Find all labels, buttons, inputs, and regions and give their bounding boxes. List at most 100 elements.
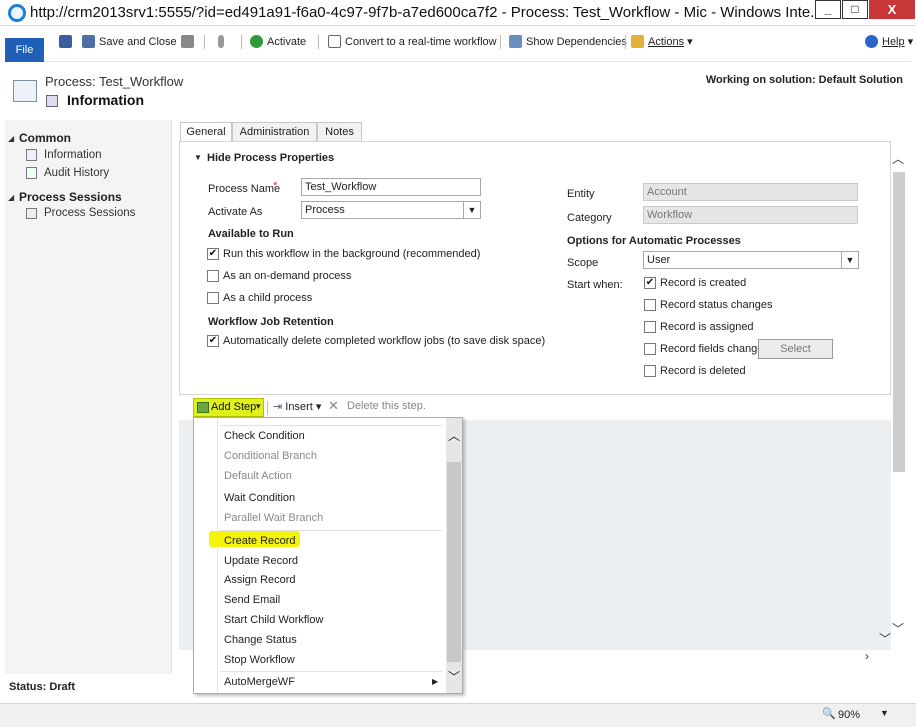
menu-separator — [220, 671, 442, 672]
information-icon — [26, 149, 37, 161]
tab-notes[interactable]: Notes — [317, 122, 362, 141]
chevron-down-icon: ▾ — [904, 36, 914, 48]
chevron-down-icon: ▾ — [684, 36, 693, 48]
nav-item-information[interactable]: Information — [44, 149, 102, 161]
triangle-down-icon[interactable]: ▼ — [194, 153, 202, 162]
start-when-label: Start when: — [567, 279, 623, 291]
record-status: Status: Draft — [9, 681, 76, 693]
scope-select[interactable]: User ▼ — [643, 251, 859, 269]
separator — [241, 35, 242, 49]
help-button[interactable]: Help ▾ — [865, 34, 913, 50]
close-button[interactable]: X — [869, 0, 915, 19]
insert-button[interactable]: ⇥ Insert ▾ — [273, 400, 321, 413]
add-step-menu: Check Condition Conditional Branch Defau… — [193, 417, 463, 694]
chevron-down-icon: ▼ — [841, 252, 858, 268]
add-step-button[interactable]: Add Step ▾ — [193, 398, 264, 417]
entity-label: Entity — [567, 188, 595, 200]
tab-administration[interactable]: Administration — [232, 122, 317, 141]
child-process-checkbox[interactable] — [207, 292, 219, 304]
automatic-options-heading: Options for Automatic Processes — [567, 235, 741, 247]
process-name-input[interactable]: Test_Workflow — [301, 178, 481, 196]
nav-heading-common: Common — [19, 131, 71, 145]
menu-scroll-thumb[interactable] — [447, 462, 461, 662]
menu-item-update-record[interactable]: Update Record — [224, 555, 298, 567]
actions-label: Actions — [648, 36, 685, 48]
record-created-label: Record is created — [660, 277, 747, 289]
activate-as-select[interactable]: Process ▼ — [301, 201, 481, 219]
page-title: Information — [67, 92, 144, 108]
insert-icon: ⇥ — [273, 401, 286, 413]
scroll-down-icon[interactable]: ﹀ — [892, 620, 904, 637]
record-status-checkbox[interactable] — [644, 299, 656, 311]
delete-step-button[interactable]: Delete this step. — [347, 400, 426, 412]
background-checkbox[interactable]: ✔ — [207, 248, 219, 260]
maximize-button[interactable]: □ — [842, 0, 868, 19]
tab-general[interactable]: General — [180, 122, 232, 142]
auto-delete-checkbox[interactable]: ✔ — [207, 335, 219, 347]
menu-scrollbar[interactable]: ︿ ﹀ — [446, 418, 462, 693]
activate-as-label: Activate As — [208, 206, 263, 218]
menu-item-send-email[interactable]: Send Email — [224, 594, 280, 606]
minimize-button[interactable]: _ — [815, 0, 841, 19]
show-dependencies-button[interactable]: Show Dependencies — [509, 34, 627, 50]
activate-as-value: Process — [305, 204, 345, 216]
scroll-down-icon[interactable]: ﹀ — [448, 668, 460, 685]
help-label: Help — [882, 36, 905, 48]
activate-label: Activate — [267, 36, 307, 48]
convert-realtime-button[interactable]: Convert to a real-time workflow — [328, 34, 497, 50]
save-icon[interactable] — [59, 34, 76, 50]
print-icon[interactable] — [181, 34, 198, 50]
activate-button[interactable]: Activate — [250, 34, 306, 50]
select-button[interactable]: Select — [758, 339, 833, 359]
actions-button[interactable]: Actions ▾ — [631, 34, 693, 50]
menu-item-wait-condition[interactable]: Wait Condition — [224, 492, 295, 504]
menu-item-stop-workflow[interactable]: Stop Workflow — [224, 654, 295, 666]
scope-value: User — [647, 254, 671, 266]
scroll-thumb[interactable] — [893, 172, 905, 472]
add-step-label: Add Step — [211, 401, 257, 413]
separator — [625, 35, 626, 49]
chevron-down-icon: ▾ — [312, 401, 322, 413]
record-status-label: Record status changes — [660, 299, 773, 311]
scroll-up-icon[interactable]: ︿ — [448, 427, 460, 444]
record-deleted-label: Record is deleted — [660, 365, 746, 377]
scroll-up-icon[interactable]: ︿ — [892, 150, 904, 167]
window-title-bar: http://crm2013srv1:5555/?id=ed491a91-f6a… — [0, 0, 916, 26]
convert-label: Convert to a real-time workflow — [345, 36, 497, 48]
category-label: Category — [567, 212, 612, 224]
collapse-icon[interactable]: ◢ — [8, 134, 14, 143]
zoom-icon: 🔍 — [822, 708, 836, 720]
record-assigned-checkbox[interactable] — [644, 321, 656, 333]
scroll-right-icon[interactable]: › — [865, 649, 869, 663]
zoom-level[interactable]: 90% — [838, 709, 860, 721]
record-deleted-checkbox[interactable] — [644, 365, 656, 377]
process-title: Process: Test_Workflow — [45, 74, 184, 89]
collapse-icon[interactable]: ◢ — [8, 193, 14, 202]
file-button[interactable]: File — [5, 38, 44, 62]
on-demand-checkbox[interactable] — [207, 270, 219, 282]
menu-item-start-child-workflow[interactable]: Start Child Workflow — [224, 614, 323, 626]
menu-item-assign-record[interactable]: Assign Record — [224, 574, 296, 586]
scroll-down-icon[interactable]: ﹀ — [879, 630, 891, 647]
vertical-scrollbar[interactable]: ︿ ﹀ — [891, 142, 907, 649]
show-dependencies-label: Show Dependencies — [526, 36, 627, 48]
page-header: Process: Test_Workflow Information Worki… — [5, 66, 911, 118]
child-process-label: As a child process — [223, 292, 313, 304]
menu-item-change-status[interactable]: Change Status — [224, 634, 297, 646]
nav-item-process-sessions[interactable]: Process Sessions — [44, 207, 135, 219]
section-header[interactable]: Hide Process Properties — [207, 152, 334, 164]
record-fields-checkbox[interactable] — [644, 343, 656, 355]
menu-item-create-record[interactable]: Create Record — [224, 535, 296, 547]
menu-item-default-action: Default Action — [224, 470, 292, 482]
solution-indicator: Working on solution: Default Solution — [705, 74, 903, 86]
separator — [204, 35, 205, 49]
separator — [267, 401, 268, 415]
chevron-down-icon[interactable]: ▼ — [880, 708, 889, 718]
save-and-close-button[interactable]: Save and Close — [82, 34, 177, 50]
attach-icon[interactable] — [218, 34, 228, 50]
insert-label: Insert — [285, 401, 313, 413]
menu-item-check-condition[interactable]: Check Condition — [224, 430, 305, 442]
menu-item-automergewf[interactable]: AutoMergeWF — [224, 676, 295, 688]
nav-item-audit-history[interactable]: Audit History — [44, 167, 109, 179]
record-created-checkbox[interactable]: ✔ — [644, 277, 656, 289]
